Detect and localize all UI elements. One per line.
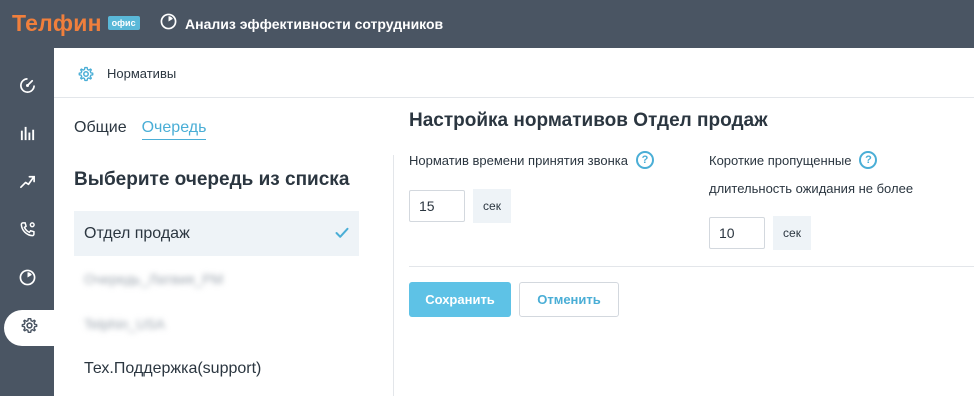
answer-time-label: Норматив времени принятия звонка ? [409, 151, 655, 169]
list-item[interactable]: Очередь_Латвия_PM [74, 256, 359, 301]
logo-badge: офис [107, 16, 140, 30]
horizontal-divider [409, 266, 974, 267]
queue-list-heading: Выберите очередь из списка [74, 169, 350, 190]
list-item[interactable]: Отдел продаж [74, 211, 359, 256]
sidebar-item-settings[interactable] [4, 310, 54, 346]
app-title: Анализ эффективности сотрудников [185, 16, 444, 32]
app-logo[interactable]: Телфин офис [12, 10, 140, 36]
queue-item-label: Telphin_USA [84, 315, 165, 332]
help-icon[interactable]: ? [636, 151, 655, 169]
queue-item-label: Тех.Поддержка(support) [84, 359, 262, 377]
trend-icon [19, 173, 36, 195]
answer-time-label-text: Норматив времени принятия звонка [409, 152, 629, 168]
phone-icon [19, 221, 36, 243]
timer-icon [19, 269, 36, 291]
app-title-group: Анализ эффективности сотрудников [160, 13, 444, 35]
vertical-divider [393, 155, 394, 396]
short-missed-sublabel: длительность ожидания не более [709, 181, 914, 196]
save-button[interactable]: Сохранить [409, 282, 511, 317]
short-missed-unit: сек [773, 216, 811, 250]
bar-chart-icon [19, 125, 36, 147]
list-item[interactable]: Тех.Поддержка(support) [74, 346, 359, 391]
short-missed-input[interactable] [709, 217, 765, 249]
gear-icon [21, 317, 38, 339]
help-icon[interactable]: ? [859, 151, 878, 169]
sidebar-item-analytics[interactable] [0, 262, 54, 298]
sidebar [0, 48, 54, 396]
cancel-button[interactable]: Отменить [519, 282, 619, 317]
queue-list: Отдел продаж Очередь_Латвия_PM Telphin_U… [74, 211, 359, 391]
tab-bar: Общие Очередь [74, 119, 221, 140]
list-item[interactable]: Telphin_USA [74, 301, 359, 346]
page-title: Нормативы [107, 66, 177, 81]
queue-item-label: Очередь_Латвия_PM [84, 270, 224, 287]
sidebar-item-reports[interactable] [0, 118, 54, 154]
queue-item-label: Отдел продаж [84, 224, 190, 242]
gear-icon [78, 66, 94, 87]
tab-queue[interactable]: Очередь [141, 119, 207, 140]
top-bar: Телфин офис Анализ эффективности сотрудн… [0, 0, 974, 48]
logo-text: Телфин [12, 9, 102, 36]
sidebar-item-dashboard[interactable] [0, 70, 54, 106]
gauge-icon [19, 77, 36, 99]
short-missed-label-text: Короткие пропущенные [709, 152, 852, 168]
timer-icon [160, 13, 177, 35]
sidebar-item-trends[interactable] [0, 166, 54, 202]
answer-time-unit: сек [473, 189, 511, 223]
short-missed-label: Короткие пропущенные ? [709, 151, 878, 169]
page-header: Нормативы [54, 48, 974, 98]
tab-general[interactable]: Общие [74, 119, 127, 140]
answer-time-input[interactable] [409, 190, 465, 222]
check-icon [335, 226, 349, 244]
settings-title: Настройка нормативов Отдел продаж [409, 110, 768, 131]
sidebar-item-calls[interactable] [0, 214, 54, 250]
